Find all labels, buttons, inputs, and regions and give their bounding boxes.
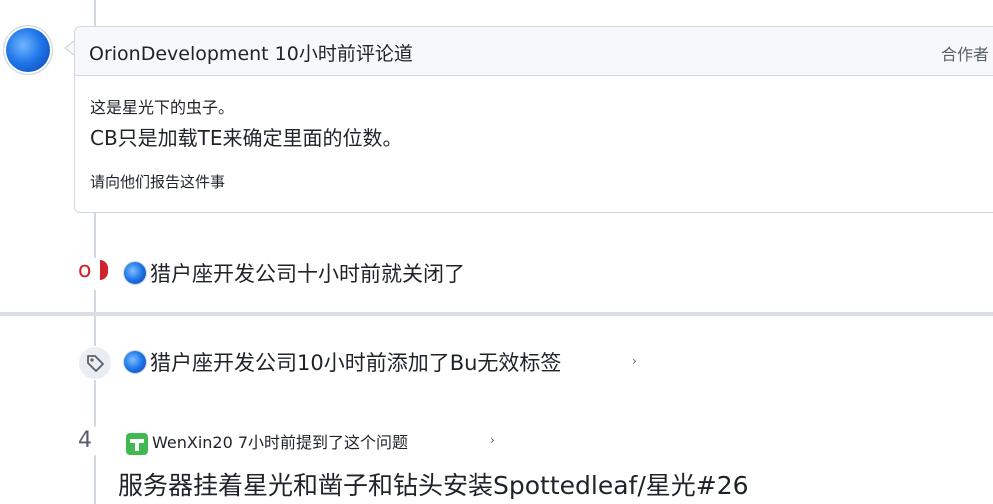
comment-body-line-2: CB只是加载TE来确定里面的位数。 [90,126,403,150]
closed-event-badge: o [76,258,110,290]
comment-body-line-3: 请向他们报告这件事 [90,173,226,191]
timeline-line-bottom [94,316,96,504]
reference-count: 4 [78,428,92,453]
labeled-event-text: 猎户座开发公司10小时前添加了Bu无效标签 [150,351,562,375]
comment-body-line-1: 这是星光下的虫子。 [90,98,235,117]
referenced-issue-link[interactable]: 服务器挂着星光和凿子和钻头安装Spottedleaf/星光#26 [118,466,749,502]
closed-status-arc-icon [100,260,108,280]
closed-status-icon: o [78,258,92,283]
tag-icon [87,355,104,372]
comment-author-header[interactable]: OrionDevelopment 10小时前评论道 [89,39,413,66]
closed-event: o 猎户座开发公司十小时前就关闭了 [76,258,576,290]
commenter-avatar[interactable] [4,26,52,74]
user-identicon [130,439,144,451]
label-indicator-icon: › [632,354,637,368]
labeler-avatar[interactable] [124,351,146,373]
author-role-badge: 合作者 [941,45,990,64]
reference-indicator-icon: › [490,433,495,447]
comment-header: OrionDevelopment 10小时前评论道 合作者 [75,27,993,76]
closer-avatar[interactable] [124,262,146,284]
referencer-avatar[interactable] [126,433,148,455]
timeline-separator [0,312,993,316]
label-event-badge [78,346,112,380]
comment-box: OrionDevelopment 10小时前评论道 合作者 这是星光下的虫子。 … [74,26,993,213]
reference-meta[interactable]: WenXin20 7小时前提到了这个问题 [152,429,408,453]
closed-event-text: 猎户座开发公司十小时前就关闭了 [150,262,465,286]
timeline-line-top [94,0,96,26]
